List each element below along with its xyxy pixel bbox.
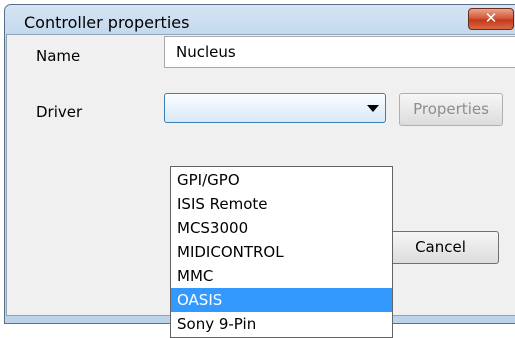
dropdown-option[interactable]: MCS3000 — [171, 216, 392, 240]
driver-dropdown-list[interactable]: GPI/GPO ISIS Remote MCS3000 MIDICONTROL … — [170, 166, 393, 338]
chevron-down-icon[interactable] — [367, 105, 379, 112]
properties-button[interactable]: Properties — [399, 93, 503, 126]
close-icon: ✕ — [484, 9, 498, 27]
dropdown-option[interactable]: ISIS Remote — [171, 192, 392, 216]
driver-select[interactable] — [164, 93, 386, 123]
dropdown-option[interactable]: MIDICONTROL — [171, 240, 392, 264]
dropdown-option[interactable]: MMC — [171, 264, 392, 288]
name-field[interactable]: Nucleus — [164, 36, 515, 68]
dropdown-option-selected[interactable]: OASIS — [171, 288, 392, 312]
dropdown-option[interactable]: GPI/GPO — [171, 168, 392, 192]
dropdown-option[interactable]: Sony 9-Pin — [171, 312, 392, 336]
driver-label: Driver — [36, 103, 83, 121]
window-title: Controller properties — [24, 13, 190, 32]
cancel-button[interactable]: Cancel — [382, 231, 499, 264]
name-label: Name — [36, 47, 81, 65]
close-button[interactable]: ✕ — [468, 8, 514, 30]
